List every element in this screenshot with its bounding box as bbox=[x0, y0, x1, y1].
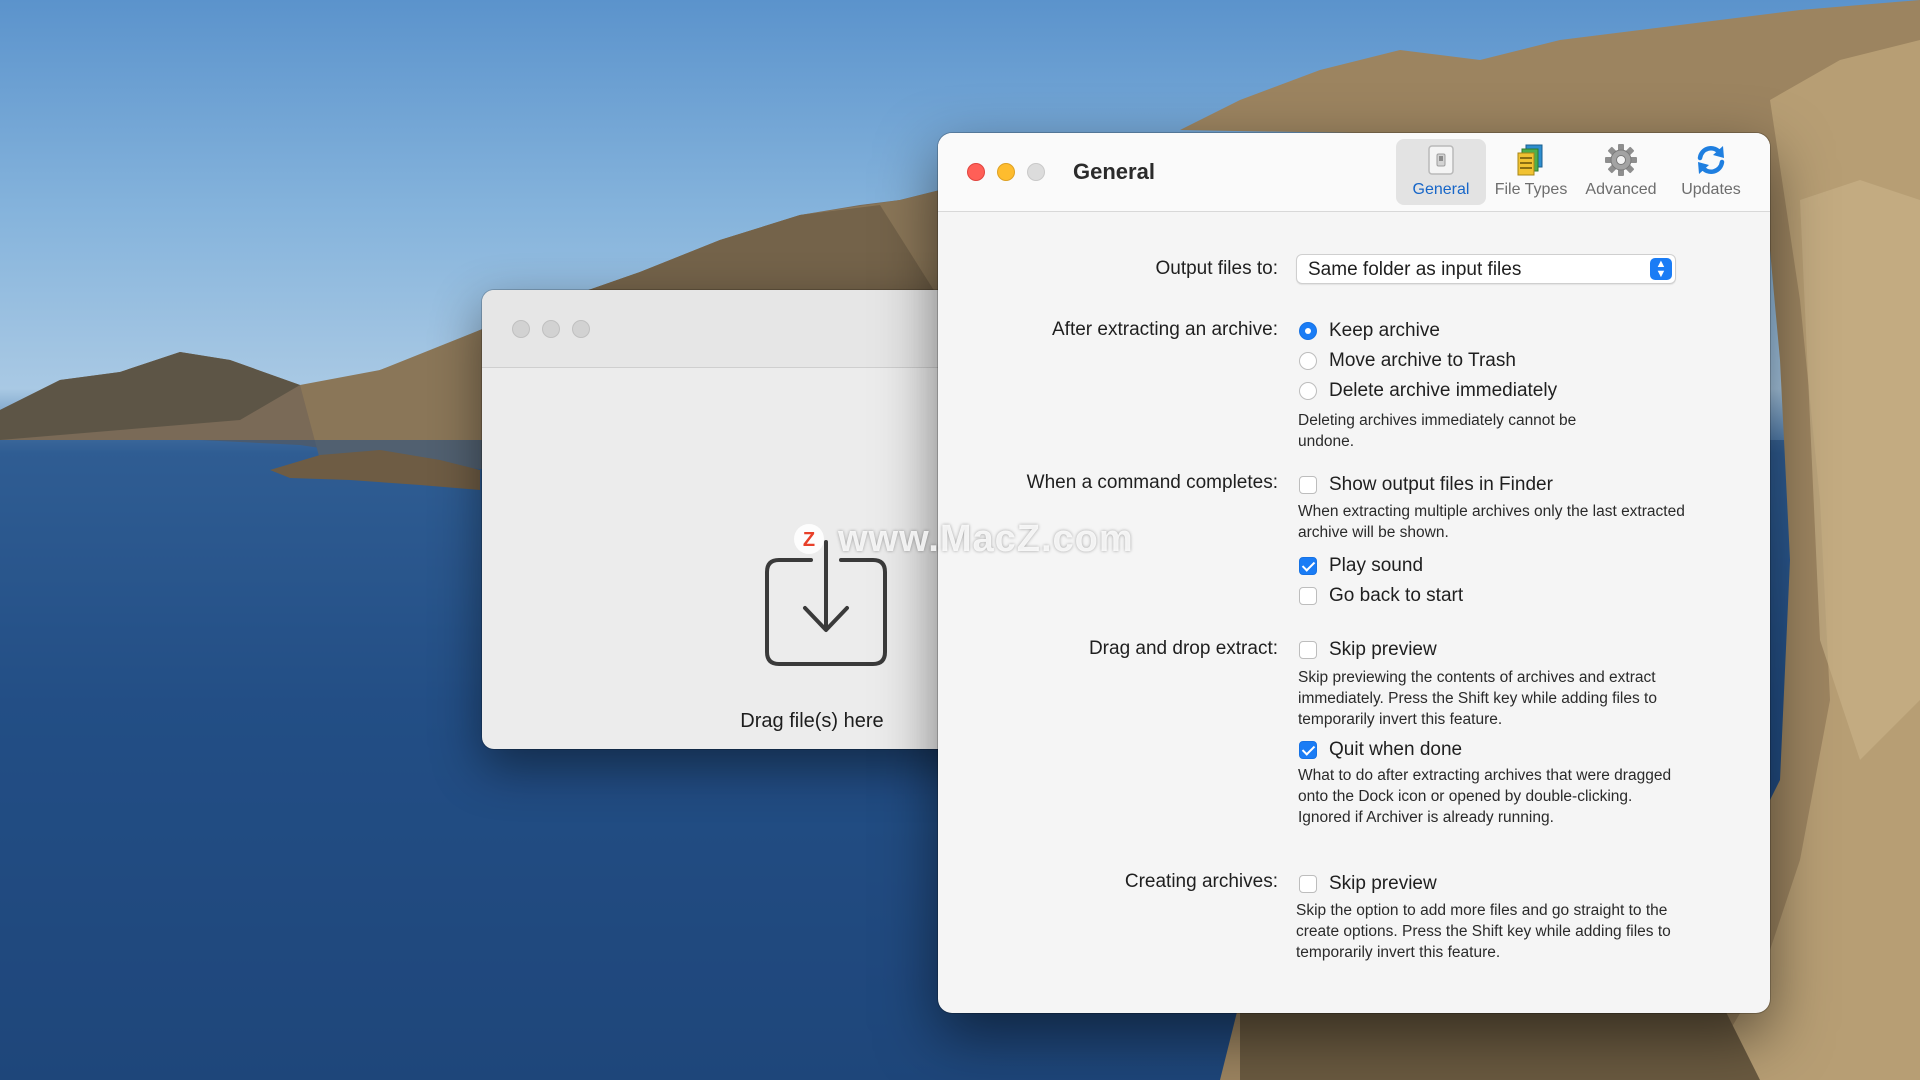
output-location-value: Same folder as input files bbox=[1308, 259, 1522, 280]
zoom-button[interactable] bbox=[572, 320, 590, 338]
checkbox-label: Skip preview bbox=[1329, 639, 1437, 660]
radio-move-to-trash[interactable]: Move archive to Trash bbox=[1299, 350, 1516, 372]
checkbox-skip-preview-extract[interactable]: Skip preview bbox=[1299, 639, 1437, 661]
watermark-text: www.MacZ.com bbox=[838, 518, 1134, 560]
radio-delete-immediately[interactable]: Delete archive immediately bbox=[1299, 380, 1557, 402]
radio-label: Keep archive bbox=[1329, 320, 1440, 341]
tab-label: General bbox=[1412, 181, 1470, 198]
skip-preview-extract-note: Skip previewing the contents of archives… bbox=[1298, 669, 1657, 728]
file-types-icon bbox=[1517, 144, 1543, 176]
chevron-up-down-icon: ▲ ▼ bbox=[1650, 258, 1672, 280]
preferences-toolbar: General General File Types Advanced Upda… bbox=[938, 133, 1770, 212]
desktop-background: Drag file(s) here General General File T… bbox=[0, 0, 1920, 1080]
zoom-button[interactable] bbox=[1027, 163, 1045, 181]
skip-preview-create-note: Skip the option to add more files and go… bbox=[1296, 902, 1671, 961]
quit-when-done-note: What to do after extracting archives tha… bbox=[1298, 767, 1672, 826]
tab-label: File Types bbox=[1494, 181, 1568, 198]
checkbox[interactable] bbox=[1299, 875, 1317, 893]
radio-button[interactable] bbox=[1299, 352, 1317, 370]
gear-icon bbox=[1605, 144, 1637, 176]
delete-warning-note: Deleting archives immediately cannot be … bbox=[1298, 412, 1577, 450]
checkbox[interactable] bbox=[1299, 587, 1317, 605]
checkbox-play-sound[interactable]: Play sound bbox=[1299, 555, 1423, 577]
minimize-button[interactable] bbox=[542, 320, 560, 338]
radio-button[interactable] bbox=[1299, 382, 1317, 400]
tab-label: Updates bbox=[1681, 181, 1741, 198]
general-switch-icon bbox=[1428, 145, 1454, 175]
show-output-note: When extracting multiple archives only t… bbox=[1298, 503, 1685, 541]
tab-advanced[interactable]: Advanced bbox=[1576, 139, 1666, 205]
close-button[interactable] bbox=[512, 320, 530, 338]
output-files-label: Output files to: bbox=[1155, 258, 1278, 279]
preferences-window: General General File Types Advanced Upda… bbox=[938, 133, 1770, 1013]
radio-keep-archive[interactable]: Keep archive bbox=[1299, 320, 1440, 342]
tab-general[interactable]: General bbox=[1396, 139, 1486, 205]
preferences-tabs: General File Types Advanced Updates bbox=[1396, 139, 1756, 205]
close-button[interactable] bbox=[967, 163, 985, 181]
tab-file-types[interactable]: File Types bbox=[1486, 139, 1576, 205]
radio-label: Delete archive immediately bbox=[1329, 380, 1558, 401]
output-location-select[interactable]: Same folder as input files ▲ ▼ bbox=[1296, 254, 1676, 284]
radio-button[interactable] bbox=[1299, 322, 1317, 340]
svg-text:Z: Z bbox=[803, 529, 815, 551]
minimize-button[interactable] bbox=[997, 163, 1015, 181]
after-extracting-label: After extracting an archive: bbox=[1052, 319, 1278, 340]
refresh-icon bbox=[1697, 145, 1725, 175]
checkbox-skip-preview-create[interactable]: Skip preview bbox=[1299, 873, 1437, 895]
checkbox-quit-when-done[interactable]: Quit when done bbox=[1299, 739, 1462, 761]
creating-archives-label: Creating archives: bbox=[1124, 871, 1278, 892]
drop-label: Drag file(s) here bbox=[740, 710, 884, 732]
tab-label: Advanced bbox=[1585, 181, 1657, 198]
drag-drop-extract-label: Drag and drop extract: bbox=[1088, 638, 1278, 659]
checkbox[interactable] bbox=[1299, 741, 1317, 759]
window-controls bbox=[512, 320, 590, 338]
window-controls bbox=[967, 163, 1045, 181]
checkbox[interactable] bbox=[1299, 641, 1317, 659]
window-title: General bbox=[1073, 159, 1155, 184]
radio-label: Move archive to Trash bbox=[1329, 350, 1516, 371]
checkbox-label: Quit when done bbox=[1329, 739, 1463, 760]
checkbox-label: Show output files in Finder bbox=[1329, 474, 1553, 495]
command-completes-label: When a command completes: bbox=[1026, 472, 1278, 493]
checkbox-label: Go back to start bbox=[1329, 585, 1464, 606]
checkbox-go-back-to-start[interactable]: Go back to start bbox=[1299, 585, 1463, 607]
checkbox[interactable] bbox=[1299, 476, 1317, 494]
checkbox-label: Skip preview bbox=[1329, 873, 1437, 894]
checkbox-label: Play sound bbox=[1329, 555, 1424, 576]
macz-logo-icon: Z bbox=[794, 524, 824, 554]
checkbox-show-output-finder[interactable]: Show output files in Finder bbox=[1299, 474, 1553, 496]
tab-updates[interactable]: Updates bbox=[1666, 139, 1756, 205]
checkbox[interactable] bbox=[1299, 557, 1317, 575]
